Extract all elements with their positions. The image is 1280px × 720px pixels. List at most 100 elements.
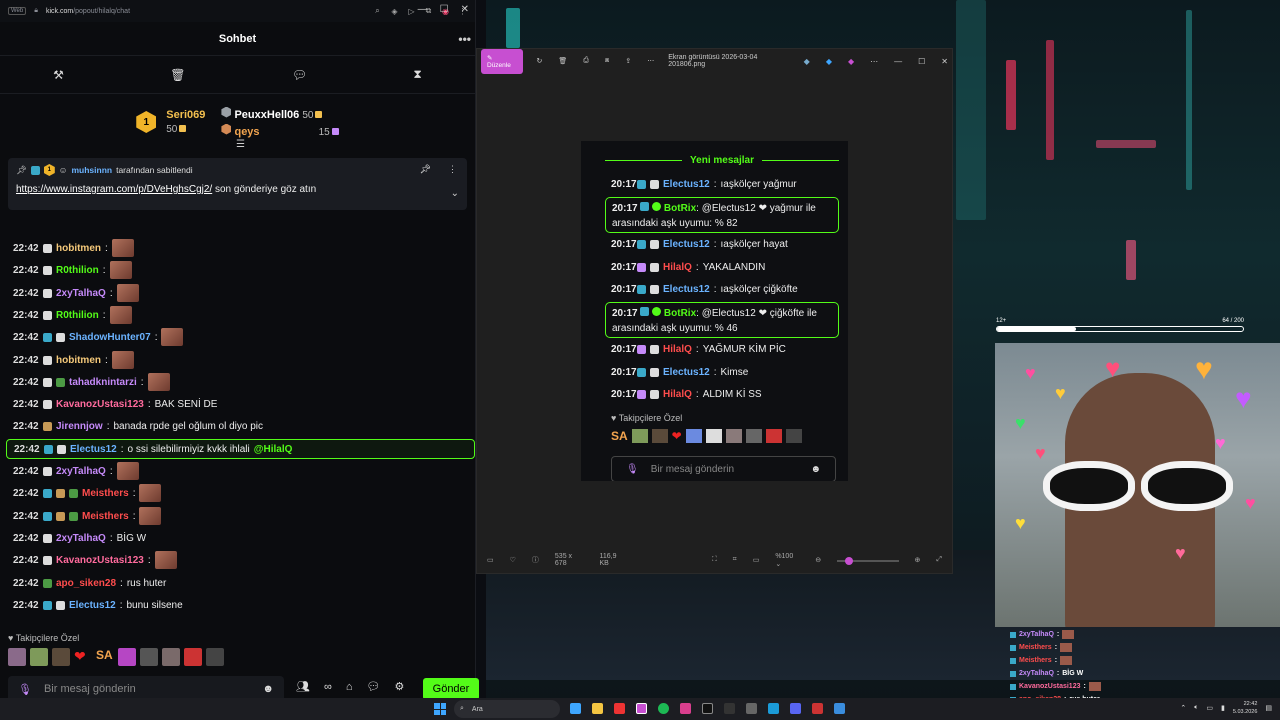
emote-7[interactable] bbox=[140, 648, 158, 666]
emote-6[interactable] bbox=[118, 648, 136, 666]
emote-image[interactable] bbox=[111, 351, 134, 369]
emote-image[interactable] bbox=[111, 239, 134, 257]
message-username[interactable]: R0thilion bbox=[56, 310, 99, 321]
chat-message[interactable]: 22:42 R0thilion: bbox=[0, 260, 476, 280]
pinned-by-user[interactable]: muhsinnn bbox=[71, 165, 112, 175]
file-explorer-icon[interactable] bbox=[592, 703, 603, 714]
settings-gear-icon[interactable]: ⚙ bbox=[394, 680, 404, 693]
microphone-icon[interactable]: 🎙︎ bbox=[18, 683, 32, 696]
message-username[interactable]: Electus12 bbox=[69, 600, 116, 611]
opera-icon[interactable] bbox=[614, 703, 625, 714]
actual-size-icon[interactable]: ▭ bbox=[753, 556, 760, 564]
more-icon[interactable]: ⋯ bbox=[647, 57, 654, 65]
emote-3[interactable] bbox=[52, 648, 70, 666]
fit-icon[interactable]: ⛶ bbox=[712, 556, 717, 564]
emote-image[interactable] bbox=[109, 306, 132, 324]
emote-image[interactable] bbox=[147, 373, 170, 391]
chat-message[interactable]: 22:42 hobitmen: bbox=[0, 350, 476, 370]
emote-8[interactable] bbox=[162, 648, 180, 666]
store-icon[interactable]: ⌂ bbox=[346, 681, 353, 693]
zoom-level[interactable]: %100 ⌄ bbox=[775, 553, 799, 568]
designer-icon[interactable]: ◆ bbox=[848, 57, 854, 66]
hourglass-icon[interactable]: ⧗ bbox=[413, 67, 421, 82]
message-username[interactable]: apo_siken28 bbox=[56, 578, 116, 589]
emote-2[interactable] bbox=[30, 648, 48, 666]
taskbar-search[interactable]: ⌕ Ara bbox=[454, 700, 560, 718]
print-icon[interactable]: ⎙ bbox=[583, 57, 589, 65]
chat-bubble-icon[interactable]: 💬︎ bbox=[292, 68, 307, 82]
chat-message[interactable]: 22:42 apo_siken28: rus huter bbox=[0, 573, 476, 593]
message-username[interactable]: Meisthers bbox=[82, 488, 129, 499]
chat-message[interactable]: 22:42 R0thilion: bbox=[0, 305, 476, 325]
message-username[interactable]: 2xyTalhaQ bbox=[56, 533, 106, 544]
instagram-icon[interactable] bbox=[680, 703, 691, 714]
zoom-slider[interactable] bbox=[837, 556, 899, 565]
shield-icon[interactable]: ◈ bbox=[390, 7, 399, 16]
crop-icon[interactable]: ⧈ bbox=[605, 57, 609, 65]
chat-message[interactable]: 22:42 Jirennjow: banada rpde gel oğlum ol … bbox=[0, 416, 476, 436]
emote-image[interactable] bbox=[116, 284, 139, 302]
chat-icon[interactable]: 💬︎ bbox=[366, 680, 380, 693]
leader-3-name[interactable]: qeys bbox=[234, 126, 259, 138]
message-username[interactable]: R0thilion bbox=[56, 265, 99, 276]
volume-icon[interactable]: 🔈︎ bbox=[1194, 704, 1198, 712]
chat-message[interactable]: 22:42 ShadowHunter07: bbox=[0, 327, 476, 347]
share-icon[interactable]: ⇪ bbox=[625, 57, 631, 65]
taskbar-clock[interactable]: 22:42 5.03.2026 bbox=[1233, 700, 1257, 716]
emote-9[interactable] bbox=[184, 648, 202, 666]
message-username[interactable]: Electus12 bbox=[70, 444, 117, 455]
fullscreen-icon[interactable]: ⤢ bbox=[936, 556, 942, 564]
chat-message[interactable]: 22:42 KavanozUstasi123: bbox=[0, 550, 476, 570]
battery-icon[interactable]: ▮ bbox=[1221, 704, 1225, 712]
chat-message-list[interactable]: 22:42 hobitmen: 22:42 R0thilion: 22:42 2xyTal… bbox=[0, 226, 476, 626]
viewer-more-icon[interactable]: ⋯ bbox=[870, 57, 878, 66]
chat-message[interactable]: 22:42 2xyTalhaQ: bbox=[0, 461, 476, 481]
emoji-icon[interactable]: ☻ bbox=[262, 683, 274, 695]
heart-emote[interactable]: ❤ bbox=[74, 648, 92, 666]
message-username[interactable]: 2xyTalhaQ bbox=[56, 288, 106, 299]
pinned-link[interactable]: https://www.instagram.com/p/DVeHghsCgj2/ bbox=[16, 184, 212, 195]
leader-2-name[interactable]: PeuxxHell06 bbox=[234, 109, 299, 121]
chat-message[interactable]: 22:42 hobitmen: bbox=[0, 238, 476, 258]
rotate-icon[interactable]: ↻ bbox=[537, 57, 543, 65]
emote-image[interactable] bbox=[116, 462, 139, 480]
chat-message[interactable]: 22:42 Electus12: bunu silsene bbox=[0, 595, 476, 615]
minimize-icon[interactable]: — bbox=[894, 57, 902, 66]
maximize-icon[interactable]: ☐ bbox=[440, 4, 449, 15]
close-icon[interactable]: ✕ bbox=[941, 57, 948, 66]
site-info-pill[interactable]: Web bbox=[8, 7, 27, 15]
more-options-icon[interactable]: ••• bbox=[458, 32, 471, 46]
unpin-icon[interactable]: 📌︎ bbox=[420, 164, 431, 175]
opera-gx-icon[interactable] bbox=[636, 703, 647, 714]
users-icon[interactable]: 👥︎ bbox=[296, 680, 310, 693]
leader-1-name[interactable]: Seri069 bbox=[166, 109, 205, 121]
send-button[interactable]: Gönder bbox=[423, 678, 479, 700]
delete-icon[interactable]: 🗑︎ bbox=[558, 57, 567, 65]
message-username[interactable]: hobitmen bbox=[56, 355, 101, 366]
zoom-out-icon[interactable]: ⊖ bbox=[815, 556, 821, 564]
chat-message[interactable]: 22:42 tahadknintarzi: bbox=[0, 372, 476, 392]
notifications-icon[interactable]: ▤ bbox=[1265, 704, 1272, 712]
tiktok-icon[interactable] bbox=[702, 703, 713, 714]
emote-10[interactable] bbox=[206, 648, 224, 666]
edit-button[interactable]: ✎ Düzenle bbox=[481, 48, 523, 74]
start-button[interactable] bbox=[434, 703, 446, 715]
chevron-up-icon[interactable]: ⌃ bbox=[1180, 704, 1186, 712]
emote-image[interactable] bbox=[154, 551, 177, 569]
link-icon[interactable]: ∞ bbox=[324, 681, 332, 693]
chat-message[interactable]: 22:42 Meisthers: bbox=[0, 506, 476, 526]
spotify-icon[interactable] bbox=[658, 703, 669, 714]
message-username[interactable]: 2xyTalhaQ bbox=[56, 466, 106, 477]
filmstrip-icon[interactable]: ▭ bbox=[487, 556, 494, 564]
url-text[interactable]: kick.com/popout/hilalq/chat bbox=[46, 8, 130, 15]
maximize-icon[interactable]: ☐ bbox=[918, 57, 925, 66]
edit-app-icon[interactable]: ◆ bbox=[826, 57, 832, 66]
chat-message[interactable]: 22:42 Meisthers: bbox=[0, 483, 476, 503]
minimize-icon[interactable]: — bbox=[418, 4, 428, 15]
message-username[interactable]: KavanozUstasi123 bbox=[56, 555, 144, 566]
play-icon[interactable]: ▷ bbox=[407, 7, 416, 16]
scan-icon[interactable]: ⌗ bbox=[733, 556, 737, 564]
hammer-icon[interactable]: ⚒ bbox=[53, 68, 64, 82]
chevron-down-icon[interactable]: ⌄ bbox=[451, 188, 459, 199]
discord-icon[interactable] bbox=[790, 703, 801, 714]
